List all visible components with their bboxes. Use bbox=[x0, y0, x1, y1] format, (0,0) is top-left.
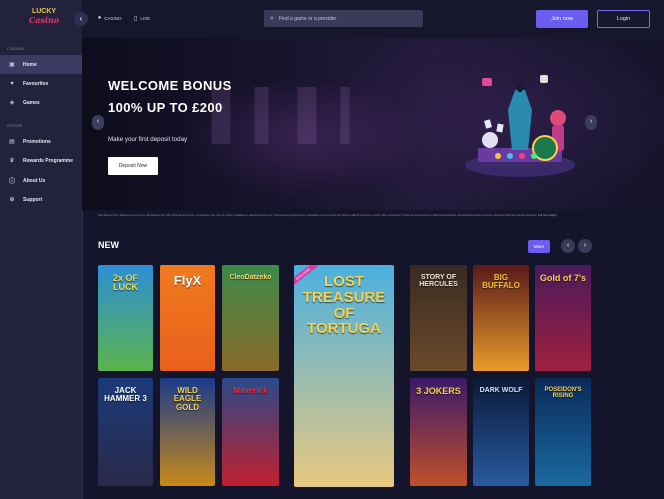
search-icon: ⌕ bbox=[270, 14, 274, 22]
hero-next-button[interactable]: › bbox=[585, 115, 597, 130]
hero-banner: ▌▍▌▎ WELCOME BONUS 100% UP TO £200 Make … bbox=[82, 38, 664, 210]
nav-casino[interactable]: ♠ CASINO bbox=[98, 15, 121, 21]
game-title: Maverick bbox=[233, 386, 268, 395]
nav-live-label: LIVE bbox=[140, 16, 151, 21]
game-title: LOST TREASURE OF TORTUGA bbox=[302, 273, 386, 338]
chevron-left-icon: ‹ bbox=[79, 14, 83, 23]
collapse-sidebar-button[interactable]: ‹ bbox=[74, 12, 88, 26]
casino-logo[interactable]: LUCKY Casino bbox=[27, 8, 61, 32]
sidebar-item-label: Promotions bbox=[23, 138, 51, 145]
game-tile[interactable]: FlyX bbox=[160, 265, 215, 371]
info-icon: ⓘ bbox=[9, 179, 16, 185]
hero-offer: 100% UP TO £200 bbox=[108, 100, 223, 115]
sidebar-item-label: Home bbox=[23, 61, 37, 68]
live-icon: ▯ bbox=[134, 16, 138, 22]
sidebar-item-home[interactable]: ▣ Home bbox=[0, 55, 82, 74]
game-title: POSEIDON'S RISING bbox=[544, 387, 582, 400]
game-title: WILD EAGLE GOLD bbox=[173, 386, 202, 412]
search-box[interactable]: ⌕ bbox=[264, 10, 423, 27]
game-tile[interactable]: POSEIDON'S RISING bbox=[535, 378, 591, 486]
terms-link[interactable]: Full Terms apply bbox=[538, 214, 557, 217]
search-input[interactable] bbox=[276, 14, 421, 23]
game-tile[interactable]: LOST TREASURE OF TORTUGA EXCLUSIVE bbox=[294, 265, 394, 487]
sidebar-item-label: Support bbox=[23, 196, 43, 203]
section-title-new: NEW bbox=[98, 240, 119, 250]
join-now-button[interactable]: Join now bbox=[536, 10, 588, 28]
chevron-right-icon: › bbox=[589, 118, 593, 125]
deposit-now-button[interactable]: Deposit Now bbox=[108, 157, 158, 175]
casino-icon: ♠ bbox=[98, 15, 102, 21]
gift-icon: ▤ bbox=[9, 139, 15, 145]
heart-icon: ♥ bbox=[10, 80, 14, 87]
terms-body: New Players Only. Wagering occurs from r… bbox=[98, 214, 538, 217]
sidebar-item-label: About Us bbox=[23, 177, 46, 184]
gamepad-icon: ◈ bbox=[9, 100, 15, 106]
top-bar: ‹ ♠ CASINO ▯ LIVE ⌕ Join now Login bbox=[74, 0, 664, 38]
sidebar-item-about[interactable]: ⓘ About Us bbox=[0, 171, 82, 190]
sidebar-item-label: Games bbox=[23, 99, 40, 106]
game-tile[interactable]: WILD EAGLE GOLD bbox=[160, 378, 215, 486]
sidebar: LUCKY Casino CASINO ▣ Home ♥ Favourites … bbox=[0, 0, 83, 499]
game-tile[interactable]: Maverick bbox=[222, 378, 279, 486]
sidebar-item-label: Favourites bbox=[23, 80, 49, 87]
sidebar-item-label: Rewards Programme bbox=[23, 157, 74, 164]
game-tile[interactable]: Gold of 7's bbox=[535, 265, 591, 371]
chevron-right-icon: › bbox=[583, 242, 587, 249]
game-tile[interactable]: BIG BUFFALO bbox=[473, 265, 529, 371]
logo-text-bottom: Casino bbox=[28, 15, 60, 25]
hero-title: WELCOME BONUS bbox=[108, 78, 232, 93]
chevron-left-icon: ‹ bbox=[566, 242, 570, 249]
hero-subtitle: Make your first deposit today bbox=[108, 136, 188, 143]
game-title: BIG BUFFALO bbox=[482, 273, 520, 291]
terms-text: New Players Only. Wagering occurs from r… bbox=[98, 214, 593, 217]
game-title: CleoDatzeko bbox=[229, 274, 272, 281]
more-button[interactable]: More bbox=[528, 240, 550, 253]
hero-background-art: ▌▍▌▎ bbox=[212, 88, 384, 144]
sidebar-section-casino: CASINO bbox=[7, 46, 25, 51]
sidebar-item-games[interactable]: ◈ Games bbox=[0, 93, 82, 112]
games-next-button[interactable]: › bbox=[578, 239, 592, 253]
sidebar-item-support[interactable]: ⊕ Support bbox=[0, 190, 82, 209]
login-button[interactable]: Login bbox=[597, 10, 650, 28]
game-title: 2x OF LUCK bbox=[112, 273, 138, 293]
game-title: 3 JOKERS bbox=[416, 386, 461, 396]
game-title: FlyX bbox=[173, 273, 202, 288]
home-icon: ▣ bbox=[9, 62, 15, 68]
support-icon: ⊕ bbox=[9, 197, 15, 203]
game-title: JACK HAMMER 3 bbox=[104, 386, 147, 404]
game-tile[interactable]: JACK HAMMER 3 bbox=[98, 378, 153, 486]
game-title: DARK WOLF bbox=[479, 387, 523, 394]
hero-prev-button[interactable]: ‹ bbox=[92, 115, 104, 130]
sidebar-item-favourites[interactable]: ♥ Favourites bbox=[0, 74, 82, 93]
chevron-left-icon: ‹ bbox=[96, 118, 100, 125]
trophy-icon: ♛ bbox=[9, 158, 15, 164]
games-prev-button[interactable]: ‹ bbox=[561, 239, 575, 253]
game-tile[interactable]: 3 JOKERS bbox=[410, 378, 467, 486]
game-title: STORY OF HERCULES bbox=[419, 274, 458, 289]
game-tile[interactable]: CleoDatzeko bbox=[222, 265, 279, 371]
hero-characters-illustration bbox=[465, 75, 575, 177]
game-tile[interactable]: DARK WOLF bbox=[473, 378, 529, 486]
sidebar-section-other: OTHER bbox=[7, 123, 23, 128]
game-tile[interactable]: 2x OF LUCK bbox=[98, 265, 153, 371]
game-tile[interactable]: STORY OF HERCULES bbox=[410, 265, 467, 371]
sidebar-item-promotions[interactable]: ▤ Promotions bbox=[0, 132, 82, 151]
nav-live[interactable]: ▯ LIVE bbox=[134, 15, 150, 22]
sidebar-item-rewards[interactable]: ♛ Rewards Programme bbox=[0, 151, 82, 170]
nav-casino-label: CASINO bbox=[104, 15, 122, 21]
game-title: Gold of 7's bbox=[539, 273, 587, 283]
